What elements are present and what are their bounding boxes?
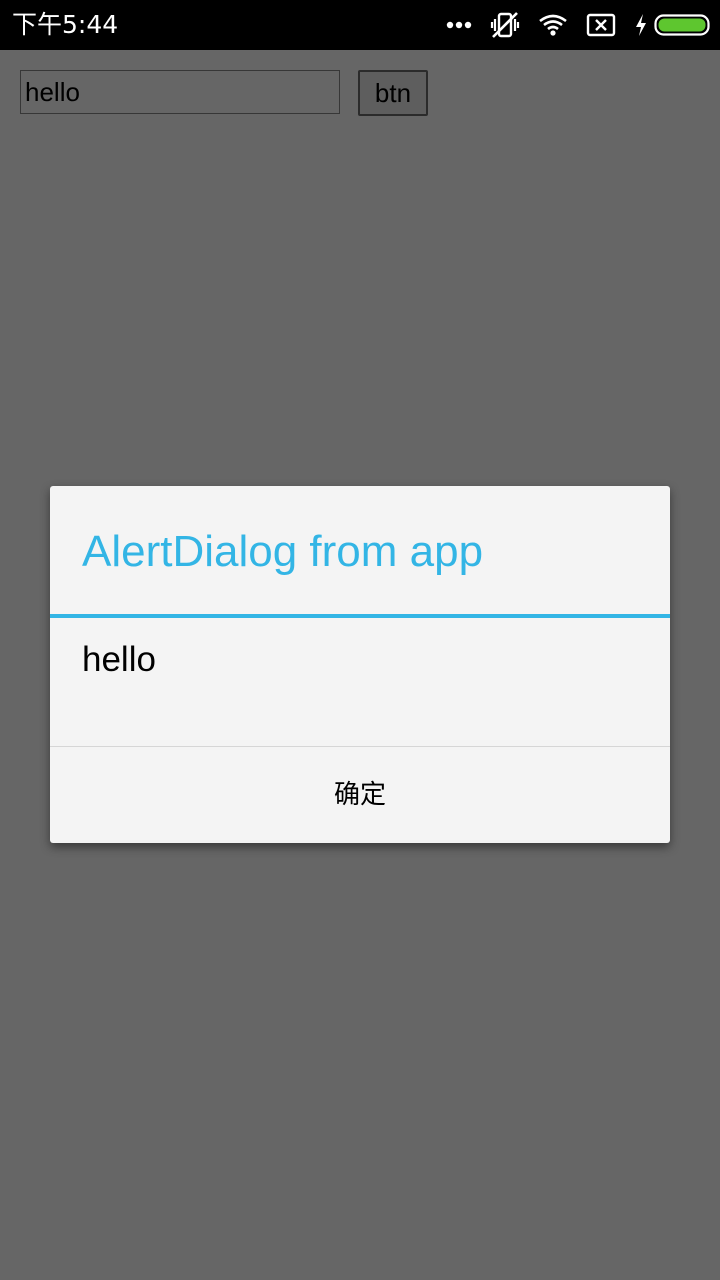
dialog-title-divider xyxy=(50,614,670,618)
status-icons xyxy=(446,0,710,50)
wifi-icon xyxy=(538,13,568,37)
dialog-title: AlertDialog from app xyxy=(82,527,484,576)
vibrate-off-icon xyxy=(490,10,520,40)
charging-bolt-icon xyxy=(634,13,648,37)
status-time: 下午5:44 xyxy=(12,10,119,39)
battery-icon xyxy=(654,13,710,37)
more-dots-icon xyxy=(446,20,472,30)
no-sim-icon xyxy=(586,13,616,37)
dialog-ok-button[interactable]: 确定 xyxy=(50,747,670,843)
dialog-message: hello xyxy=(82,640,156,679)
alert-dialog: AlertDialog from app hello 确定 xyxy=(50,486,670,843)
status-bar: 下午5:44 xyxy=(0,0,720,50)
